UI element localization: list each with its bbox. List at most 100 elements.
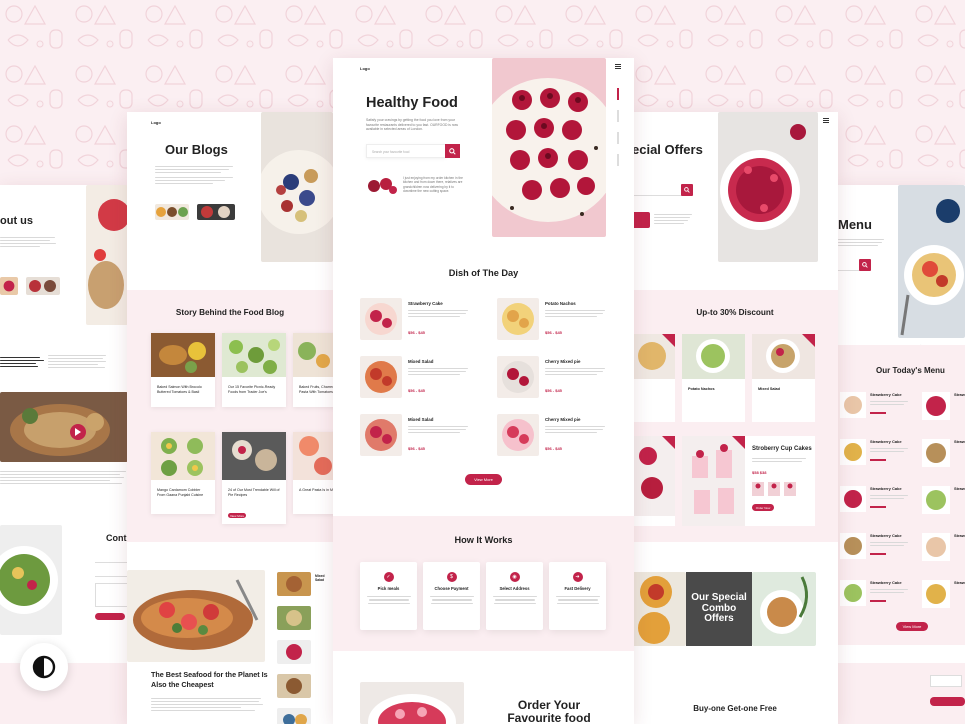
discount-card[interactable]: Potato Nachos xyxy=(682,334,745,422)
menu-item-image xyxy=(922,439,950,467)
blog-post-card[interactable]: Baked Fruits, Charred Sweet Pasta With T… xyxy=(293,333,333,407)
hamburger-icon[interactable] xyxy=(615,64,621,69)
menu-footer xyxy=(838,663,965,724)
menu-item[interactable]: Strawberry Cake Straw xyxy=(838,390,965,426)
stroberry-cup-card[interactable]: Stroberry Cup Cakes $58 $38 Order Now xyxy=(682,436,815,526)
menu-item[interactable]: Strawberry Cake Straw xyxy=(838,437,965,473)
order-image xyxy=(360,682,464,724)
menu-item-desc xyxy=(870,493,910,501)
menu-todays-title: Our Today's Menu xyxy=(876,366,945,375)
discount-image xyxy=(632,334,675,379)
menu-item-name: Strawberry Cake xyxy=(870,533,902,538)
menu-view-more-button[interactable]: View More xyxy=(896,622,928,631)
hero-search-input[interactable]: Search your favourite food xyxy=(366,144,446,158)
order-now-button[interactable]: Order Now xyxy=(752,504,774,511)
blog-view-more-button[interactable]: View More xyxy=(228,513,246,518)
about-text xyxy=(0,235,60,249)
menu-item-name: Strawberry Cake xyxy=(870,439,902,444)
offers-search-button[interactable] xyxy=(681,184,693,196)
blog-post-card[interactable]: Baked Salmon With Brocolo Buttered Tomat… xyxy=(151,333,215,407)
search-icon xyxy=(449,147,456,155)
menu-item-image xyxy=(922,486,950,514)
menu-item[interactable]: Strawberry Cake Straw xyxy=(838,531,965,567)
how-it-works-title: How It Works xyxy=(454,535,513,545)
bogo-title: Buy-one Get-one Free xyxy=(693,704,777,713)
menu-item-name: Strawberry Cake xyxy=(870,392,902,397)
blog-post-card[interactable]: Mango Cardamom Cobbler From Gaana Punjab… xyxy=(151,432,215,514)
menu-search-button[interactable] xyxy=(859,259,871,271)
menu-item-name: Strawberry Cake xyxy=(870,486,902,491)
menu-item-price xyxy=(870,459,886,461)
side-nav[interactable] xyxy=(613,88,623,176)
newsletter-button[interactable] xyxy=(930,697,965,706)
seafood-title: The Best Seafood for the Planet Is Also … xyxy=(151,670,268,689)
dish-of-day-title: Dish of The Day xyxy=(448,268,519,278)
combo-left-image xyxy=(632,572,686,646)
menu-item[interactable]: Strawberry Cake Straw xyxy=(838,484,965,520)
blog-post-title: 24 of Our Most Trendable Will of Pie Rec… xyxy=(228,488,280,497)
menu-item-image xyxy=(922,392,950,420)
dish-desc xyxy=(545,424,607,435)
discount-card[interactable]: Mixed Salad xyxy=(752,334,815,422)
dish-card[interactable]: Cherry Mixed pie $56 - $45 xyxy=(497,414,609,458)
dish-card[interactable]: Potato Nachos $56 - $45 xyxy=(497,298,609,342)
blog-post-card[interactable]: A Great Pasta Is in Minutes xyxy=(293,432,333,514)
menu-intro-text xyxy=(838,237,888,248)
discount-item-name: Potato Nachos xyxy=(688,387,715,391)
blog-post-card[interactable]: Our 15 Favorite Picnic-Ready Foods from … xyxy=(222,333,286,407)
how-step-card: $ Choose Payment xyxy=(423,562,480,630)
dish-card[interactable]: Strawberry Cake $56 - $45 xyxy=(360,298,472,342)
blog-post-title: A Great Pasta Is in Minutes xyxy=(299,488,333,492)
blog-post-image xyxy=(293,333,333,377)
dish-name: Mixed Salad xyxy=(408,417,434,422)
combo-title: Our Special Combo Offers xyxy=(691,592,747,625)
dish-desc xyxy=(408,366,470,377)
menu-item[interactable]: Strawberry Cake Straw xyxy=(838,578,965,614)
cupcake-price: $58 $38 xyxy=(752,470,767,475)
blog-post-image xyxy=(222,432,286,480)
step-icon: ◉ xyxy=(509,572,520,582)
contact-form[interactable] xyxy=(95,555,128,620)
discount-card[interactable] xyxy=(632,436,675,526)
newsletter-input[interactable] xyxy=(930,675,962,687)
how-step-card: ✓ Pick meals xyxy=(360,562,417,630)
blog-logo: Logo xyxy=(151,120,161,125)
dish-price: $56 - $45 xyxy=(545,330,562,335)
hero-search-button[interactable] xyxy=(445,144,460,158)
dish-desc xyxy=(545,366,607,377)
menu-item-desc xyxy=(870,587,910,595)
discount-card[interactable] xyxy=(632,334,675,422)
blog-post-image xyxy=(293,432,333,480)
menu-item-name-right: Straw xyxy=(954,580,965,585)
dish-card[interactable]: Mixed Salad $56 - $45 xyxy=(360,356,472,400)
blog-post-image xyxy=(222,333,286,377)
menu-hero-image xyxy=(898,185,965,338)
dish-card[interactable]: Mixed Salad $56 - $45 xyxy=(360,414,472,458)
cupcake-desc xyxy=(752,456,808,464)
about-video[interactable] xyxy=(0,392,128,462)
view-more-button[interactable]: View More xyxy=(465,474,502,485)
blog-post-image xyxy=(151,432,215,480)
discount-title: Up-to 30% Discount xyxy=(696,308,774,317)
hero-title: Healthy Food xyxy=(366,95,458,111)
blog-story-title: Story Behind the Food Blog xyxy=(175,308,285,317)
about-thumb-2 xyxy=(26,277,60,295)
order-title: Order Your Favourite food xyxy=(507,698,591,724)
side-thumb xyxy=(277,640,311,664)
combo-banner[interactable]: Our Special Combo Offers xyxy=(686,572,752,646)
blog-post-card[interactable]: 24 of Our Most Trendable Will of Pie Rec… xyxy=(222,432,286,524)
blog-post-title: Baked Fruits, Charred Sweet Pasta With T… xyxy=(299,385,333,394)
contrast-toggle-button[interactable] xyxy=(20,643,68,691)
step-desc xyxy=(360,591,417,609)
dish-card[interactable]: Cherry Mixed pie $56 - $45 xyxy=(497,356,609,400)
menu-item-price xyxy=(870,553,886,555)
hero-search-placeholder: Search your favourite food xyxy=(372,149,410,154)
step-icon: ✓ xyxy=(383,572,394,582)
about-hero-image xyxy=(86,185,128,325)
offers-search[interactable] xyxy=(632,184,682,196)
menu-item-price xyxy=(870,506,886,508)
hamburger-icon[interactable] xyxy=(823,118,829,123)
discount-image xyxy=(632,436,675,516)
how-step-card: ➜ Fast Delivery xyxy=(549,562,606,630)
about-block-text xyxy=(0,355,45,369)
